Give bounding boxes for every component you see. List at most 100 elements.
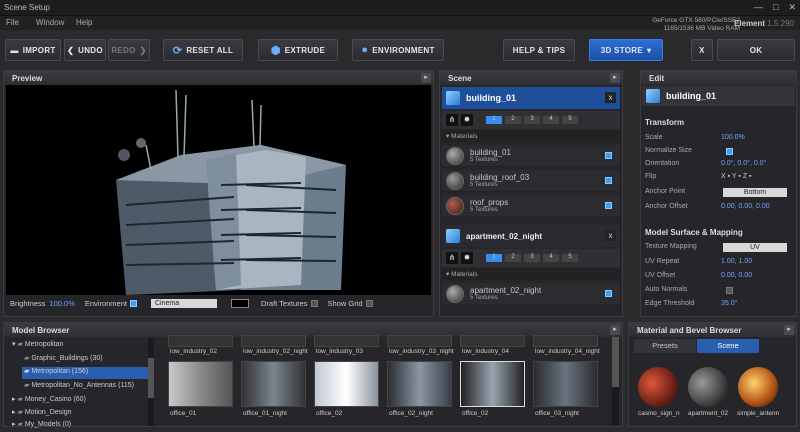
group-tab-5[interactable]: 5 [562, 116, 578, 124]
help-tips-button[interactable]: HELP & TIPS [503, 39, 575, 61]
panel-menu-icon[interactable]: ▸ [610, 73, 620, 83]
hierarchy-icon[interactable]: ⋔ [446, 114, 458, 126]
menu-window[interactable]: Window [36, 18, 64, 27]
group-tab-2[interactable]: 2 [505, 254, 521, 262]
group-tab-4[interactable]: 4 [543, 116, 559, 124]
brightness-value[interactable]: 100.0% [49, 299, 74, 308]
tree-item[interactable]: ▸ ▰ Motion_Design [12, 408, 72, 420]
hierarchy-icon[interactable]: ⋔ [446, 252, 458, 264]
model-thumbnail[interactable] [533, 361, 598, 407]
environment-button[interactable]: ● ENVIRONMENT [352, 39, 444, 61]
flip-value[interactable]: X ▪ Y ▪ Z ▪ [721, 173, 752, 180]
tree-item[interactable]: ▸ ▰ My_Models (0) [12, 420, 71, 432]
minimize-icon[interactable]: — [754, 2, 763, 13]
material-sphere[interactable] [688, 367, 728, 407]
grid-scrollbar[interactable] [612, 337, 619, 425]
normalize-checkbox[interactable] [726, 148, 733, 155]
ok-button[interactable]: OK [717, 39, 795, 61]
import-button[interactable]: ▬ IMPORT [5, 39, 61, 61]
group-tab-2[interactable]: 2 [505, 116, 521, 124]
model-thumbnail-selected[interactable] [460, 361, 525, 407]
remove-object-button[interactable]: x [605, 230, 616, 241]
model-thumbnail[interactable] [387, 361, 452, 407]
environment-checkbox[interactable] [129, 299, 137, 307]
orientation-row: Orientation 0.0°, 0.0°, 0.0° [645, 160, 790, 172]
3d-store-button[interactable]: 3D STORE ▾ [589, 39, 663, 61]
model-thumbnail[interactable] [168, 335, 233, 347]
panel-menu-icon[interactable]: ▸ [784, 325, 794, 335]
model-thumbnail[interactable] [241, 335, 306, 347]
settings-icon[interactable]: ✹ [461, 252, 473, 264]
group-tab-1[interactable]: 1 [486, 254, 502, 262]
material-checkbox[interactable] [605, 202, 612, 209]
reset-all-button[interactable]: ⟳ RESET ALL [163, 39, 243, 61]
offset-value[interactable]: 0.00, 0.00, 0.00 [721, 203, 770, 210]
group-tab-4[interactable]: 4 [543, 254, 559, 262]
tree-scrollbar[interactable] [148, 338, 154, 426]
material-checkbox[interactable] [605, 177, 612, 184]
material-checkbox[interactable] [605, 152, 612, 159]
group-tab-3[interactable]: 3 [524, 254, 540, 262]
group-tab-3[interactable]: 3 [524, 116, 540, 124]
scale-value[interactable]: 100.0% [721, 134, 745, 141]
model-thumbnail[interactable] [533, 335, 598, 347]
menu-file[interactable]: File [6, 18, 19, 27]
model-thumbnail[interactable] [387, 335, 452, 347]
extrude-button[interactable]: ⬢ EXTRUDE [258, 39, 338, 61]
panel-menu-icon[interactable]: ▸ [421, 73, 431, 83]
model-thumbnail[interactable] [168, 361, 233, 407]
maximize-icon[interactable]: □ [773, 2, 778, 13]
close-button[interactable]: X [691, 39, 713, 61]
orientation-value[interactable]: 0.0°, 0.0°, 0.0° [721, 160, 766, 167]
material-row[interactable]: building_01 5 Textures [442, 145, 620, 167]
scene-object-building[interactable]: building_01 x [442, 87, 620, 109]
material-checkbox[interactable] [605, 290, 612, 297]
tab-scene[interactable]: Scene [697, 339, 759, 353]
material-sphere[interactable] [638, 367, 678, 407]
group-tab-1[interactable]: 1 [486, 116, 502, 124]
menu-help[interactable]: Help [76, 18, 92, 27]
environment-select[interactable]: Cinema [150, 298, 217, 308]
color-swatch[interactable] [230, 298, 249, 308]
material-name: building_roof_03 [470, 173, 530, 182]
auto-normals-checkbox[interactable] [726, 287, 733, 294]
material-row[interactable]: apartment_02_night 5 Textures [442, 283, 620, 305]
tree-item-selected[interactable]: ▰ Metropolitan (156) [22, 367, 152, 379]
edge-threshold-row: Edge Threshold 35.0° [645, 300, 790, 312]
close-icon[interactable]: ✕ [788, 2, 796, 13]
texture-mapping-select[interactable]: UV [723, 243, 787, 252]
model-thumbnail[interactable] [460, 335, 525, 347]
model-name: office_02_night [389, 410, 433, 417]
material-sphere[interactable] [738, 367, 778, 407]
material-row[interactable]: building_roof_03 5 Textures [442, 170, 620, 192]
redo-button[interactable]: REDO ❯ [108, 39, 150, 61]
model-thumbnail[interactable] [241, 361, 306, 407]
edge-threshold-value[interactable]: 35.0° [721, 300, 737, 307]
material-row[interactable]: roof_props 5 Textures [442, 195, 620, 217]
uv-offset-value[interactable]: 0.00, 0.00 [721, 272, 752, 279]
anchor-select[interactable]: Bottom [723, 188, 787, 197]
settings-icon[interactable]: ✹ [461, 114, 473, 126]
undo-button[interactable]: ❮ UNDO [64, 39, 106, 61]
tree-item[interactable]: ▾ ▰ Metropolitan [12, 340, 63, 352]
tree-item[interactable]: ▸ ▰ Money_Casino (60) [12, 395, 86, 407]
model-name: low_industry_04 [462, 348, 509, 355]
model-thumbnail[interactable] [314, 361, 379, 407]
model-name: low_industry_02 [170, 348, 217, 355]
panel-menu-icon[interactable]: ▸ [610, 325, 620, 335]
preview-viewport[interactable] [6, 85, 431, 295]
tree-item[interactable]: ▰ Graphic_Buildings (30) [24, 354, 103, 366]
show-grid-checkbox[interactable] [365, 299, 373, 307]
tree-item[interactable]: ▰ Metropolitan_No_Antennas (115) [24, 381, 134, 393]
model-name: office_02 [462, 410, 489, 417]
tab-presets[interactable]: Presets [634, 339, 696, 353]
scene-object-apartment[interactable]: apartment_02_night x [442, 225, 620, 247]
draft-textures-checkbox[interactable] [310, 299, 318, 307]
model-thumbnail[interactable] [314, 335, 379, 347]
remove-object-button[interactable]: x [605, 92, 616, 103]
material-name: building_01 [470, 148, 511, 157]
group-tab-5[interactable]: 5 [562, 254, 578, 262]
folder-icon: ▰ [24, 355, 30, 362]
offset-label: Anchor Offset [645, 203, 688, 210]
uv-repeat-value[interactable]: 1.00, 1.00 [721, 258, 752, 265]
